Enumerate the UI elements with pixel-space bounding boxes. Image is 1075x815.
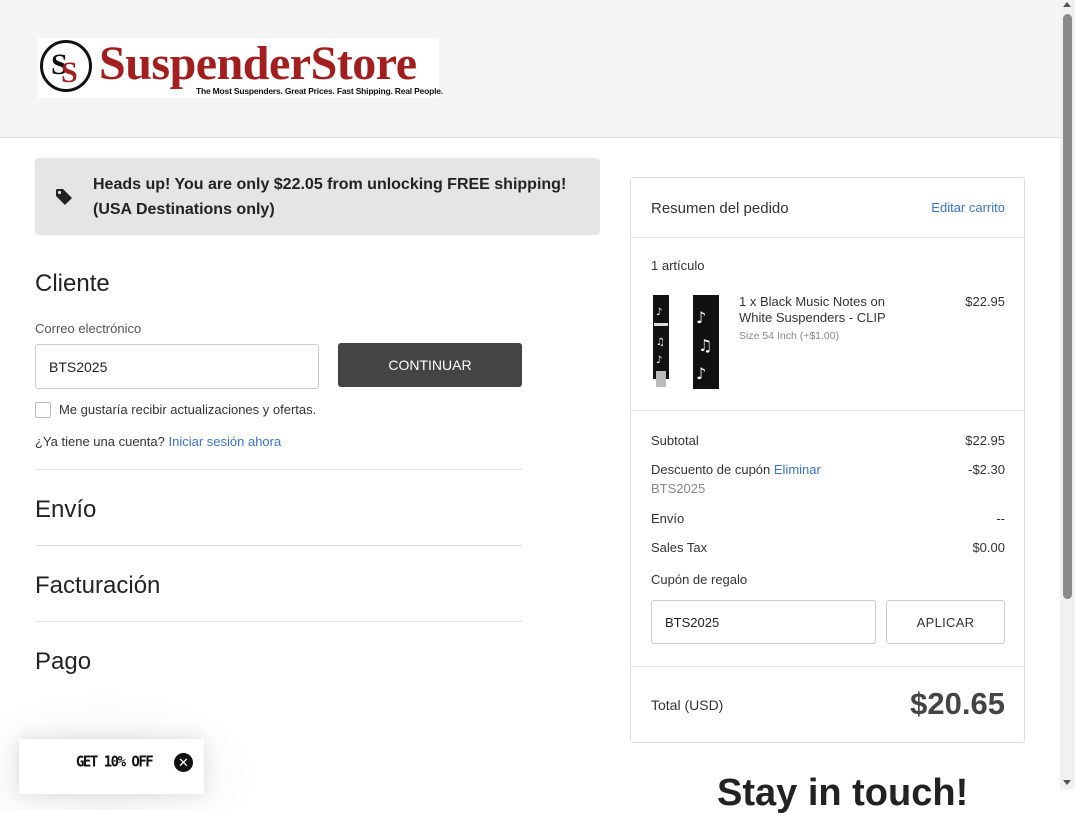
email-field[interactable]: [35, 344, 319, 389]
close-icon[interactable]: ✕: [174, 753, 193, 772]
svg-text:♪: ♪: [696, 364, 706, 383]
customer-section-title: Cliente: [35, 270, 110, 297]
scrollbar[interactable]: [1060, 0, 1075, 789]
tax-value: $0.00: [972, 540, 1005, 555]
promo-text[interactable]: GET 10% OFF: [76, 753, 154, 771]
promo-popup[interactable]: GET 10% OFF ✕: [19, 739, 204, 794]
section-divider: [35, 469, 522, 470]
section-divider: [35, 621, 522, 622]
shipping-section-title[interactable]: Envío: [35, 496, 96, 524]
tax-label: Sales Tax: [651, 540, 708, 555]
page-header: SS SuspenderStore The Most Suspenders. G…: [0, 0, 1060, 138]
apply-coupon-button[interactable]: APLICAR: [886, 600, 1005, 644]
tag-icon: [56, 189, 72, 205]
summary-divider: [631, 237, 1024, 238]
svg-text:♪: ♪: [696, 308, 706, 327]
product-size: Size 54 Inch (+$1.00): [739, 330, 840, 342]
newsletter-heading: Stay in touch!: [717, 772, 969, 814]
summary-divider: [631, 410, 1024, 411]
svg-text:♫: ♫: [656, 337, 665, 348]
billing-section-title[interactable]: Facturación: [35, 572, 160, 600]
login-link[interactable]: Iniciar sesión ahora: [168, 434, 281, 449]
subtotal-label: Subtotal: [651, 433, 699, 448]
shipping-label: Envío: [651, 511, 685, 526]
edit-cart-link[interactable]: Editar carrito: [931, 200, 1005, 215]
discount-label-row: Descuento de cupón Eliminar: [651, 462, 821, 477]
newsletter-checkbox[interactable]: [35, 402, 51, 418]
free-shipping-banner: Heads up! You are only $22.05 from unloc…: [35, 158, 600, 235]
order-summary: Resumen del pedido Editar carrito 1 artí…: [630, 177, 1025, 743]
continue-button[interactable]: CONTINUAR: [338, 343, 522, 387]
gift-coupon-input[interactable]: [651, 600, 876, 644]
email-label: Correo electrónico: [35, 321, 142, 336]
subtotal-value: $22.95: [965, 433, 1005, 448]
discount-value: -$2.30: [968, 462, 1005, 477]
banner-text: Heads up! You are only $22.05 from unloc…: [93, 176, 567, 218]
product-name: 1 x Black Music Notes on White Suspender…: [739, 294, 886, 325]
account-question: ¿Ya tiene una cuenta? Iniciar sesión aho…: [35, 434, 281, 449]
product-image: ♪ ♫ ♪ ♪ ♫ ♪: [653, 295, 719, 389]
store-logo[interactable]: SS SuspenderStore The Most Suspenders. G…: [38, 37, 443, 98]
item-count: 1 artículo: [651, 258, 705, 273]
svg-text:♫: ♫: [698, 336, 712, 355]
section-divider: [35, 545, 522, 546]
scroll-down-arrow-icon[interactable]: [1063, 780, 1071, 785]
gift-coupon-label: Cupón de regalo: [651, 572, 748, 587]
logo-monogram: SS: [40, 40, 92, 92]
payment-section-title[interactable]: Pago: [35, 648, 91, 676]
total-value: $20.65: [910, 686, 1005, 721]
summary-title: Resumen del pedido: [651, 200, 789, 217]
logo-name: SuspenderStore: [99, 37, 417, 90]
discount-label: Descuento de cupón: [651, 462, 771, 477]
newsletter-label: Me gustaría recibir actualizaciones y of…: [59, 402, 317, 417]
svg-text:♪: ♪: [656, 355, 662, 366]
scrollbar-thumb[interactable]: [1063, 14, 1072, 599]
scroll-up-arrow-icon[interactable]: [1063, 2, 1071, 7]
shipping-value: --: [996, 511, 1005, 526]
account-question-text: ¿Ya tiene una cuenta?: [35, 434, 165, 449]
coupon-code: BTS2025: [651, 481, 706, 496]
logo-tagline: The Most Suspenders. Great Prices. Fast …: [196, 86, 443, 96]
summary-divider: [631, 666, 1024, 667]
svg-text:♪: ♪: [656, 307, 662, 318]
total-label: Total (USD): [651, 697, 724, 713]
remove-coupon-link[interactable]: Eliminar: [774, 462, 821, 477]
product-price: $22.95: [965, 294, 1005, 309]
